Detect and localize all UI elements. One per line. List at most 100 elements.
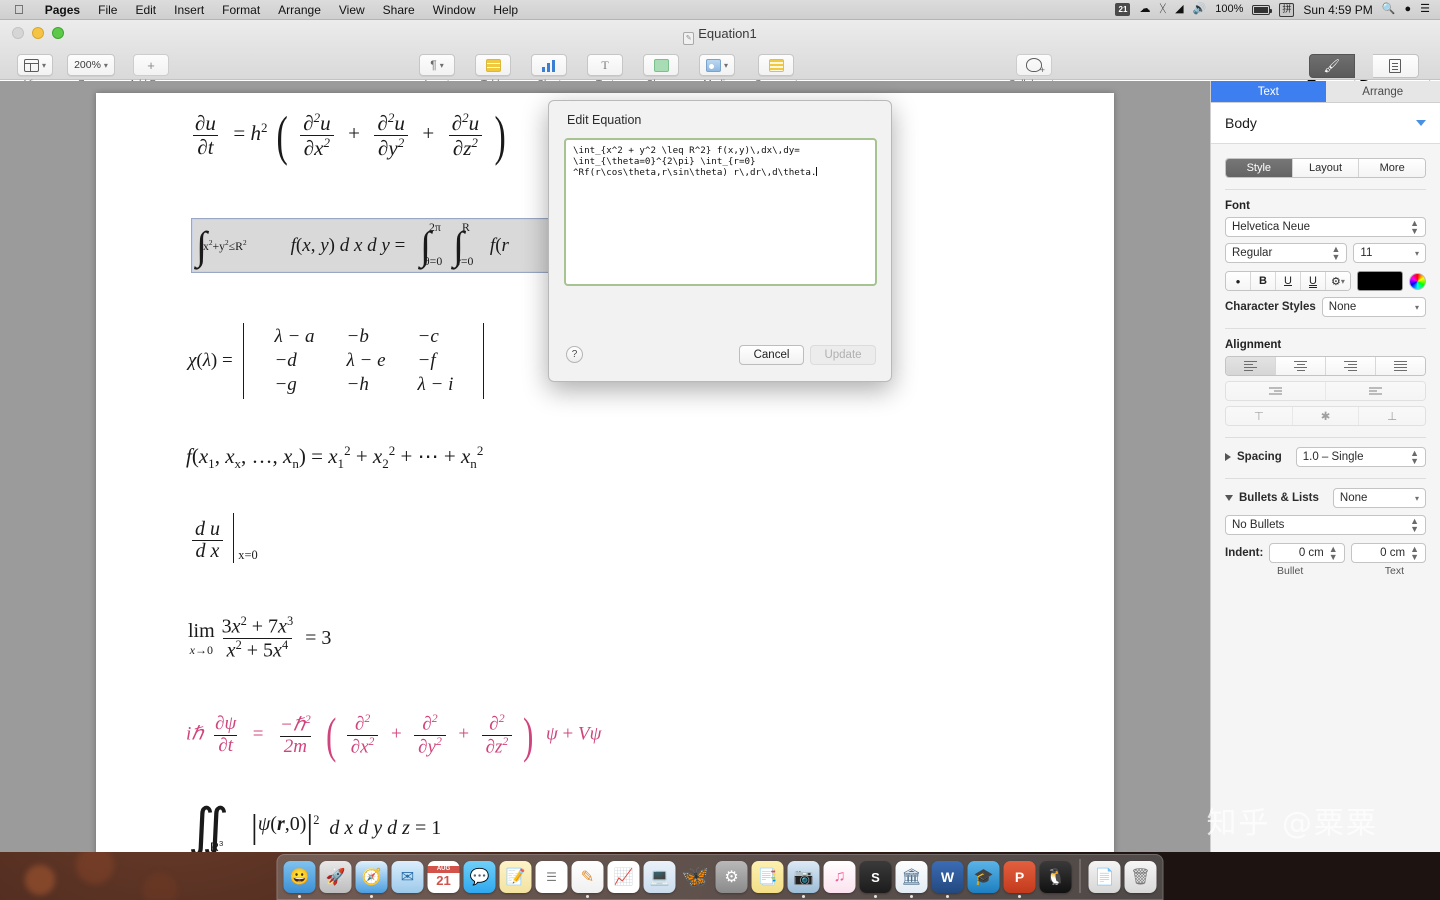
bullet-style-select[interactable]: No Bullets ▲ ▼ — [1225, 515, 1426, 535]
align-right-icon[interactable] — [1325, 357, 1375, 375]
dock-item-mail[interactable]: ✉ — [391, 861, 424, 893]
tab-text[interactable]: Text — [1211, 81, 1326, 103]
align-top-icon[interactable]: ⊤ — [1226, 407, 1292, 425]
font-effects-row: • B U U ⚙ ▾ — [1225, 271, 1426, 291]
wifi-icon[interactable]: ◢ — [1175, 4, 1183, 15]
dock-item-trash[interactable]: 🗑 — [1124, 861, 1157, 893]
align-bottom-icon[interactable]: ⊥ — [1358, 407, 1425, 425]
equation-derivative-at-zero[interactable]: d ud x x=0 — [188, 513, 258, 563]
character-styles-select[interactable]: None ▾ — [1321, 297, 1426, 317]
menu-item-insert[interactable]: Insert — [165, 0, 213, 20]
apple-menu-icon[interactable]:  — [14, 3, 24, 16]
search-icon[interactable]: 🔍 — [1382, 4, 1396, 15]
latex-input[interactable]: \int_{x^2 + y^2 \leq R^2} f(x,y)\,dx\,dy… — [564, 138, 877, 286]
menu-item-arrange[interactable]: Arrange — [269, 0, 330, 20]
chevron-down-icon: ▾ — [723, 60, 728, 70]
disclosure-triangle-icon[interactable] — [1225, 495, 1233, 501]
spacing-row: Spacing 1.0 – Single ▲ ▼ — [1225, 447, 1426, 467]
align-middle-icon[interactable]: ✱ — [1291, 407, 1359, 425]
chevron-down-icon: ▾ — [41, 60, 46, 70]
dock-item-pages[interactable]: ✎ — [571, 861, 604, 893]
menu-item-file[interactable]: File — [89, 0, 126, 20]
double-underline-button[interactable]: U — [1300, 272, 1325, 290]
dock-item-finder[interactable]: 😀 — [283, 861, 316, 893]
menu-item-view[interactable]: View — [330, 0, 374, 20]
divider — [1225, 437, 1426, 438]
menu-item-help[interactable]: Help — [484, 0, 527, 20]
style-section: Style Layout More Font Helvetica Neue ▲ ▼… — [1211, 144, 1440, 577]
style-tab-layout[interactable]: Layout — [1291, 159, 1359, 177]
menu-item-format[interactable]: Format — [213, 0, 269, 20]
bullet-icon[interactable]: • — [1226, 272, 1250, 290]
equation-limit-expression[interactable]: lim x→0 3x2 + 7x3 x2 + 5x4 = 3 — [188, 614, 331, 663]
bullets-select[interactable]: None ▾ — [1332, 488, 1426, 508]
dock-item-zotero[interactable]: 🏛 — [895, 861, 928, 893]
clock-label[interactable]: Sun 4:59 PM — [1303, 3, 1372, 17]
align-left-icon[interactable] — [1226, 357, 1275, 375]
dock-item-sublime-text[interactable]: S — [859, 861, 892, 893]
font-family-value: Helvetica Neue — [1232, 221, 1310, 233]
help-button[interactable]: ? — [566, 346, 583, 363]
text-indent-field[interactable]: 0 cm ▲ ▼ — [1350, 543, 1427, 563]
style-tab-more[interactable]: More — [1358, 159, 1425, 177]
align-justify-icon[interactable] — [1375, 357, 1425, 375]
dock-item-qq[interactable]: 🐧 — [1039, 861, 1072, 893]
equation-heat-equation[interactable]: ∂u ∂t = h2 ( ∂2u ∂x2 + ∂2u ∂y2 + ∂2u ∂z2 ) — [188, 108, 510, 163]
divider — [1225, 189, 1426, 190]
dock-item-numbers[interactable]: 📈 — [607, 861, 640, 893]
menu-item-edit[interactable]: Edit — [126, 0, 165, 20]
chevron-down-icon: ▾ — [103, 60, 108, 70]
menu-item-pages[interactable]: Pages — [36, 0, 89, 20]
font-size-select[interactable]: 11 ▾ — [1353, 243, 1426, 263]
document-title[interactable]: ✎ Equation1 — [0, 26, 1440, 45]
dock-item-messages[interactable]: 💬 — [463, 861, 496, 893]
siri-icon[interactable]: ● — [1404, 4, 1411, 15]
spacing-select[interactable]: 1.0 – Single ▲ ▼ — [1295, 447, 1426, 467]
dock-item-powerpoint[interactable]: P — [1003, 861, 1036, 893]
dock-item-stickies[interactable]: 📑 — [751, 861, 784, 893]
dock-item-preview[interactable]: 📷 — [787, 861, 820, 893]
paragraph-style-selector[interactable]: Body — [1211, 103, 1440, 144]
equation-normalization-integral[interactable]: ∬ R3 | ψ(r ,0) | 2 d x d y d z = 1 — [188, 802, 441, 852]
gear-icon[interactable]: ⚙ ▾ — [1325, 272, 1350, 290]
dock-item-itunes[interactable]: ♫ — [823, 861, 856, 893]
disclosure-triangle-icon[interactable] — [1225, 453, 1231, 461]
bold-button[interactable]: B — [1250, 272, 1275, 290]
tab-arrange[interactable]: Arrange — [1325, 81, 1440, 103]
bullet-indent-field[interactable]: 0 cm ▲ ▼ — [1269, 543, 1345, 563]
dock-item-launchpad[interactable]: 🚀 — [319, 861, 352, 893]
font-section-label: Font — [1225, 200, 1250, 212]
align-center-icon[interactable] — [1275, 357, 1325, 375]
cancel-button[interactable]: Cancel — [739, 345, 804, 365]
font-color-swatch[interactable] — [1357, 271, 1403, 291]
style-tab-style[interactable]: Style — [1226, 159, 1292, 177]
font-family-select[interactable]: Helvetica Neue ▲ ▼ — [1225, 217, 1426, 237]
equation-schrodinger-equation[interactable]: iℏ ∂ψ ∂t = −ℏ2 2m ( ∂2 ∂x2 + ∂2 ∂y2 + ∂2 ∂z2 … — [186, 711, 601, 760]
dock-item-calendar[interactable]: AUG 21 — [427, 861, 460, 893]
notification-badge-icon[interactable]: 21 — [1115, 3, 1131, 16]
dock-item-safari[interactable]: 🧭 — [355, 861, 388, 893]
font-weight-select[interactable]: Regular ▲ ▼ — [1225, 243, 1348, 263]
cloud-icon[interactable]: ☁ — [1139, 4, 1150, 15]
dock-item-photos[interactable]: 🦋 — [680, 861, 712, 893]
increase-indent-icon[interactable] — [1325, 382, 1425, 400]
menu-item-window[interactable]: Window — [424, 0, 485, 20]
equation-characteristic-polynomial[interactable]: χ(λ) = λ − a −b −c −d λ − e −f −g −h λ − i — [188, 323, 485, 399]
color-wheel-icon[interactable] — [1409, 272, 1426, 290]
decrease-indent-icon[interactable] — [1226, 382, 1325, 400]
underline-button[interactable]: U — [1275, 272, 1300, 290]
dock-item-system-preferences[interactable]: ⚙ — [715, 861, 748, 893]
dock-item-reminders[interactable]: ☰ — [535, 861, 568, 893]
input-method-icon[interactable]: 拼 — [1279, 2, 1295, 17]
volume-icon[interactable]: 🔊 — [1193, 4, 1207, 15]
bluetooth-icon[interactable]: ᚷ — [1159, 4, 1166, 15]
menu-item-share[interactable]: Share — [374, 0, 424, 20]
dock-item-microsoft-word[interactable]: W — [931, 861, 964, 893]
equation-sum-of-squares[interactable]: f(x1, xx, …, xn) = x12 + x22 + ⋯ + xn2 — [186, 443, 483, 472]
dock-item-downloads-stack[interactable]: 📄 — [1088, 861, 1121, 893]
dock-item-endnote[interactable]: 🎓 — [967, 861, 1000, 893]
notification-center-icon[interactable]: ☰ — [1420, 4, 1430, 15]
dock-item-notes[interactable]: 📝 — [499, 861, 532, 893]
battery-icon[interactable] — [1252, 4, 1273, 15]
dock-item-keynote[interactable]: 💻 — [643, 861, 676, 893]
